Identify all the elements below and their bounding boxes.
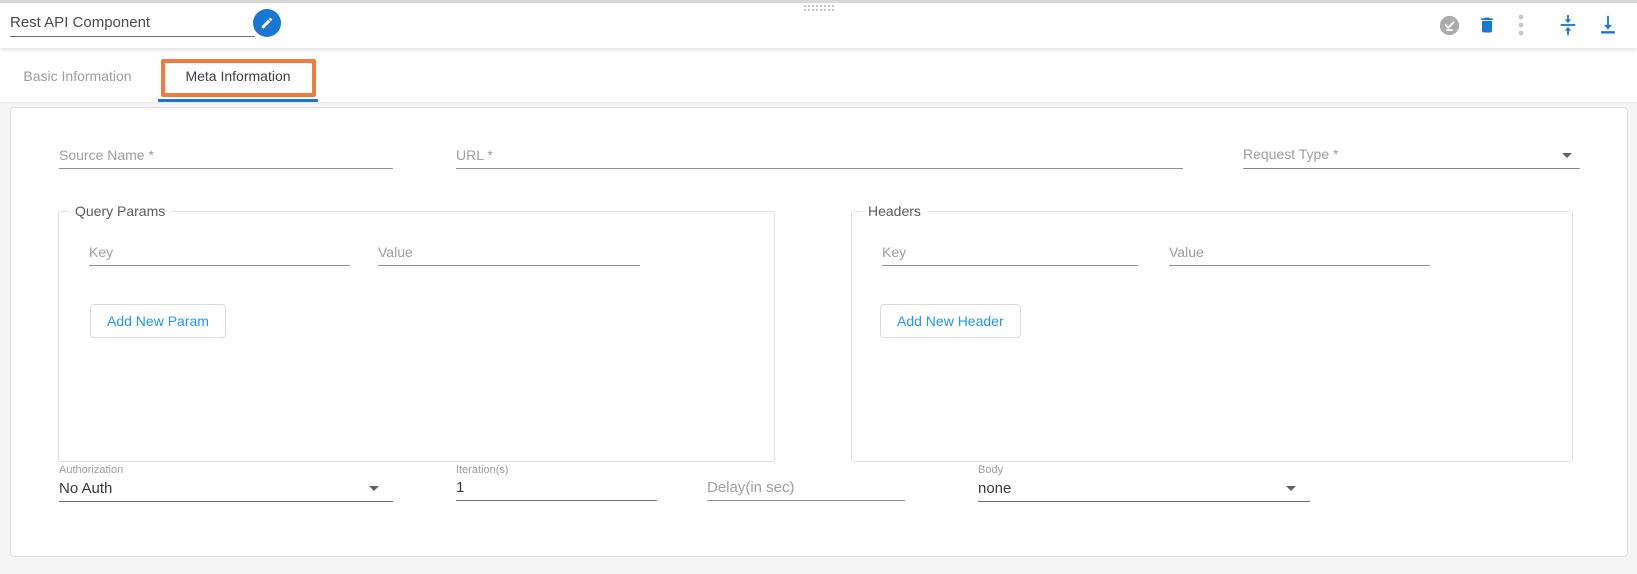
tab-basic-information[interactable]: Basic Information (0, 48, 155, 103)
authorization-select[interactable]: No Auth (59, 470, 393, 502)
download-button[interactable] (1597, 14, 1619, 36)
add-new-param-button[interactable]: Add New Param (90, 304, 226, 338)
iterations-input[interactable] (456, 474, 657, 501)
caret-down-icon (1562, 153, 1572, 158)
page-background-strip (0, 557, 1637, 574)
query-param-key-input[interactable] (89, 239, 350, 266)
rest-api-component-screen: Basic Information Meta Information Reque… (0, 0, 1637, 574)
pencil-icon (260, 16, 274, 30)
url-input[interactable] (456, 142, 1183, 169)
more-options-button[interactable] (1510, 14, 1532, 36)
component-title-input[interactable] (10, 9, 255, 37)
request-type-select[interactable]: Request Type * (1243, 138, 1580, 169)
body-select[interactable]: none (978, 470, 1310, 502)
window-top-edge (0, 0, 1637, 3)
active-tab-indicator (158, 99, 318, 102)
check-circle-icon (1439, 15, 1460, 36)
query-param-value-input[interactable] (378, 239, 640, 266)
body-value: none (978, 480, 1011, 497)
add-new-header-button[interactable]: Add New Header (880, 304, 1021, 338)
header-toolbar (0, 0, 1637, 48)
tab-meta-information[interactable]: Meta Information (158, 48, 318, 103)
delete-button[interactable] (1476, 14, 1498, 36)
delay-input[interactable] (707, 474, 905, 501)
request-type-placeholder: Request Type * (1243, 146, 1338, 162)
tab-bar: Basic Information Meta Information (0, 48, 1637, 103)
vertical-align-center-icon (1557, 14, 1579, 36)
approve-button[interactable] (1438, 14, 1460, 36)
drag-handle[interactable] (803, 4, 834, 12)
trash-icon (1477, 15, 1497, 35)
header-value-input[interactable] (1169, 239, 1430, 266)
authorization-value: No Auth (59, 480, 112, 497)
query-params-legend: Query Params (69, 203, 171, 219)
edit-title-button[interactable] (253, 9, 281, 37)
source-name-input[interactable] (59, 142, 393, 169)
header-key-input[interactable] (882, 239, 1138, 266)
caret-down-icon (369, 486, 379, 491)
download-icon (1597, 14, 1619, 36)
kebab-menu-icon (1518, 14, 1524, 36)
caret-down-icon (1286, 486, 1296, 491)
collapse-button[interactable] (1557, 14, 1579, 36)
headers-legend: Headers (862, 203, 927, 219)
